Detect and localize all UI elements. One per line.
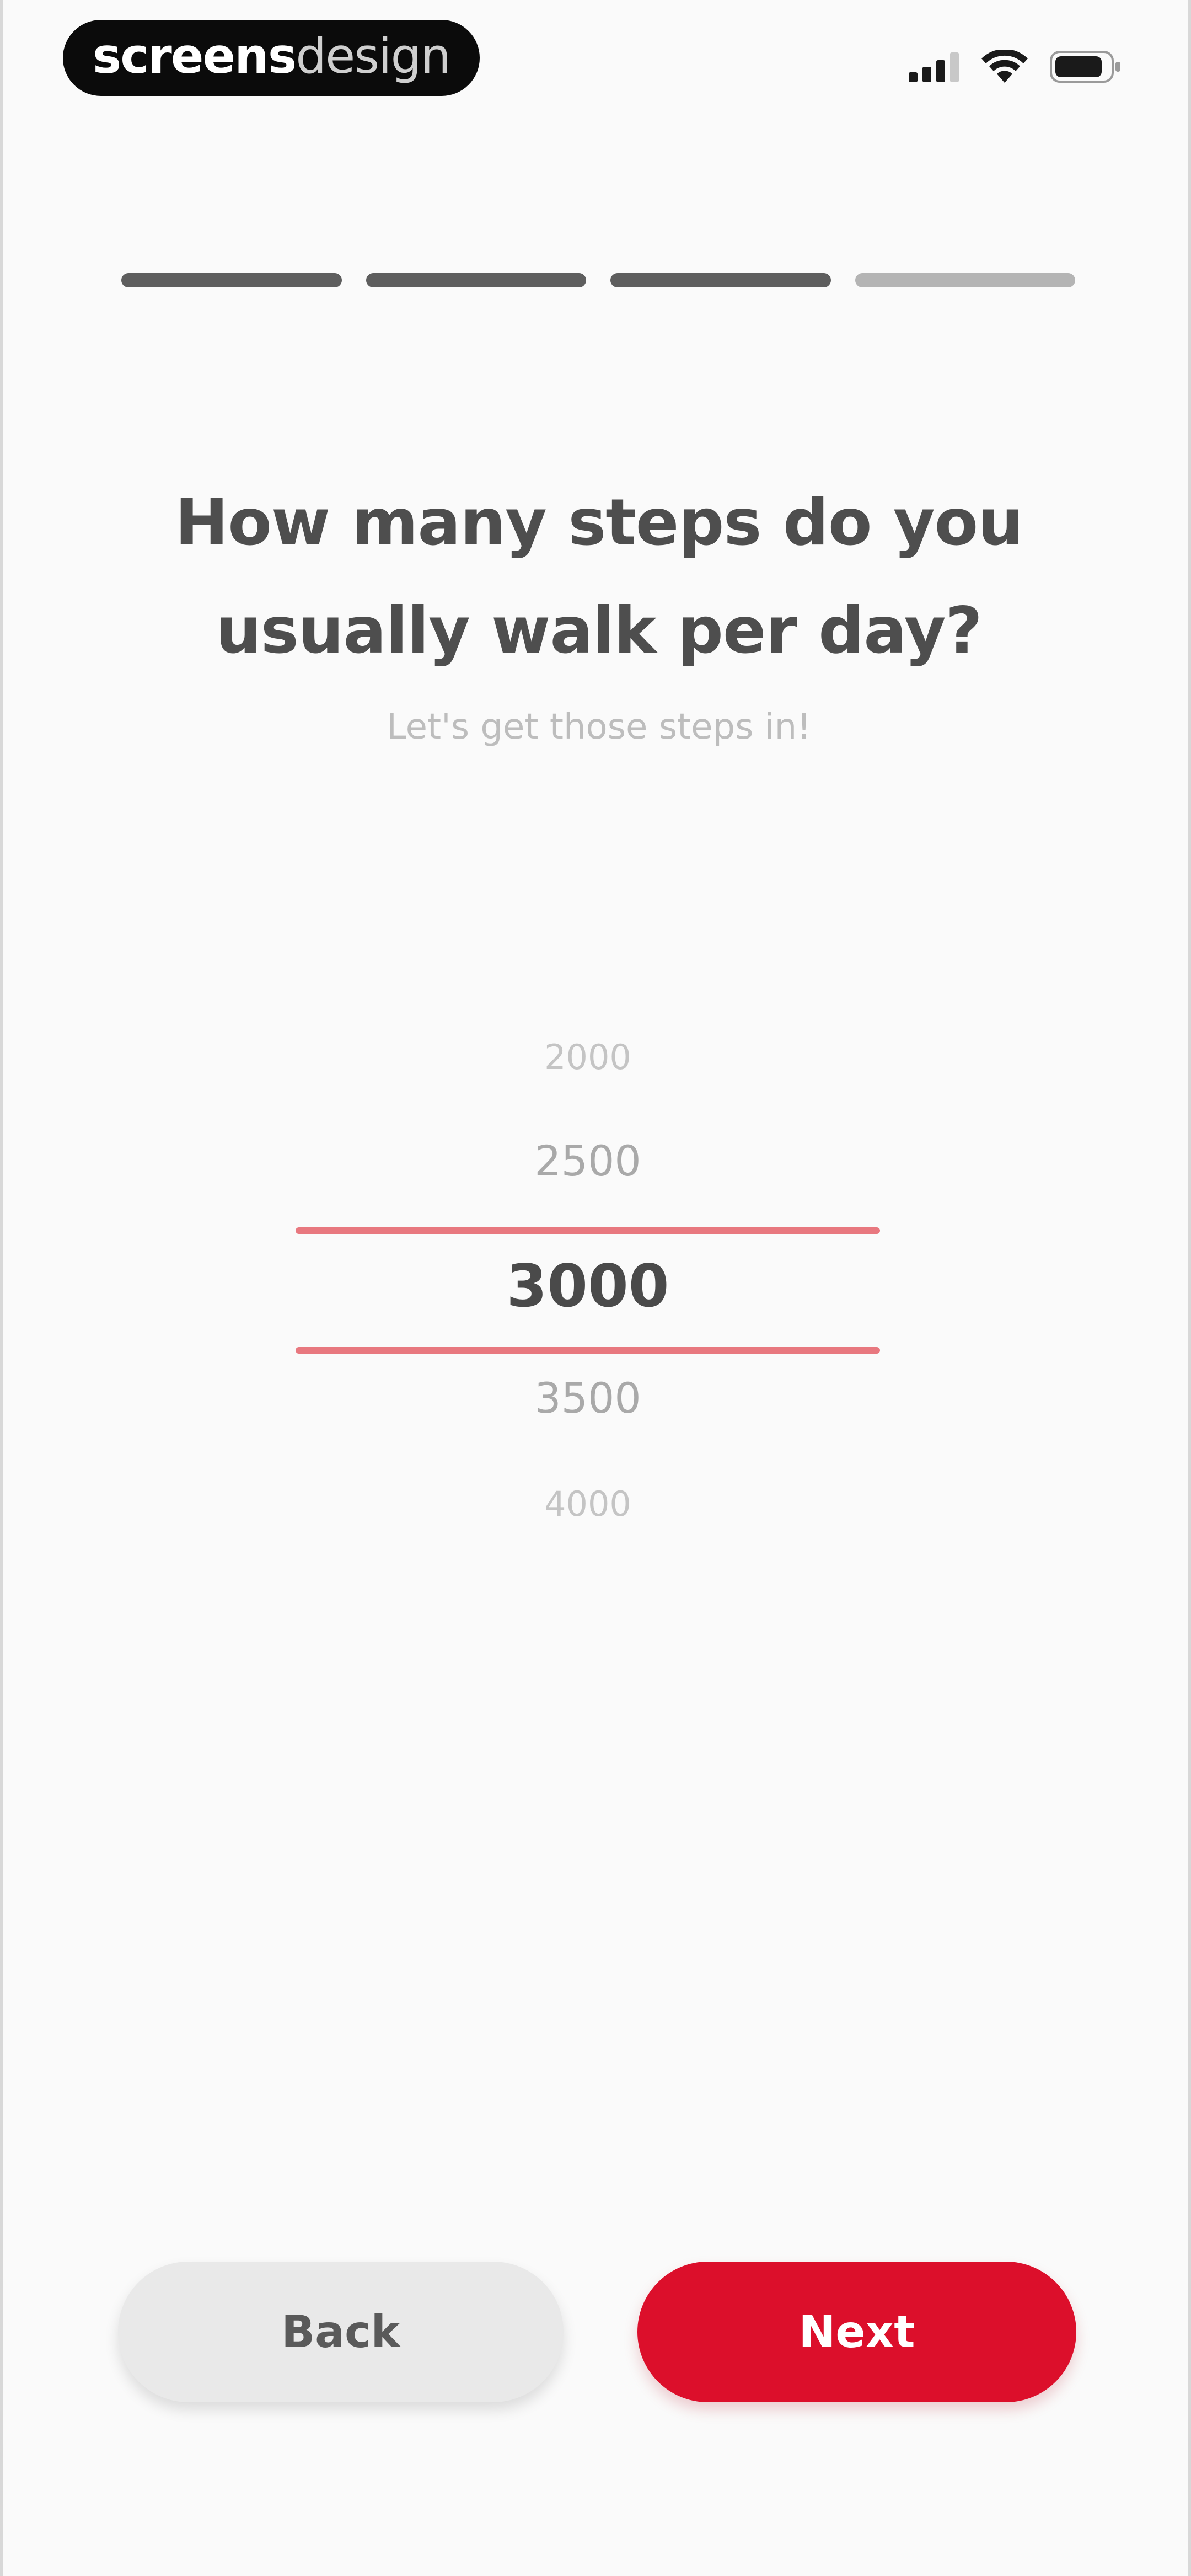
progress-segment-4 <box>855 273 1075 287</box>
picker-option-4000[interactable]: 4000 <box>296 1484 880 1524</box>
picker-option-3500[interactable]: 3500 <box>296 1373 880 1423</box>
question-title: How many steps do you usually walk per d… <box>103 469 1095 685</box>
signal-icon <box>909 51 959 82</box>
steps-picker[interactable]: 2000 2500 3000 3500 4000 <box>296 1009 880 1561</box>
back-button[interactable]: Back <box>118 2262 564 2402</box>
progress-segment-2 <box>366 273 586 287</box>
status-icons <box>909 47 1122 86</box>
question-title-line-2: usually walk per day? <box>216 594 983 668</box>
picker-selection-line-bottom <box>296 1347 880 1354</box>
picker-option-selected[interactable]: 3000 <box>296 1252 880 1320</box>
screensdesign-logo: screens design <box>63 20 480 96</box>
question-title-line-1: How many steps do you <box>175 485 1023 560</box>
question-subtitle: Let's get those steps in! <box>387 707 811 747</box>
picker-option-2500[interactable]: 2500 <box>296 1136 880 1185</box>
logo-text-strong: screens <box>92 27 297 84</box>
wifi-icon <box>981 50 1028 84</box>
onboarding-screen: screens design How many steps do you usu… <box>0 0 1191 2576</box>
battery-icon <box>1050 51 1122 83</box>
picker-selection-line-top <box>296 1227 880 1234</box>
progress-segment-1 <box>121 273 342 287</box>
progress-indicator <box>121 273 1075 287</box>
logo-text-light: design <box>296 27 451 84</box>
next-button[interactable]: Next <box>637 2262 1076 2402</box>
progress-segment-3 <box>610 273 831 287</box>
picker-option-2000[interactable]: 2000 <box>296 1037 880 1077</box>
